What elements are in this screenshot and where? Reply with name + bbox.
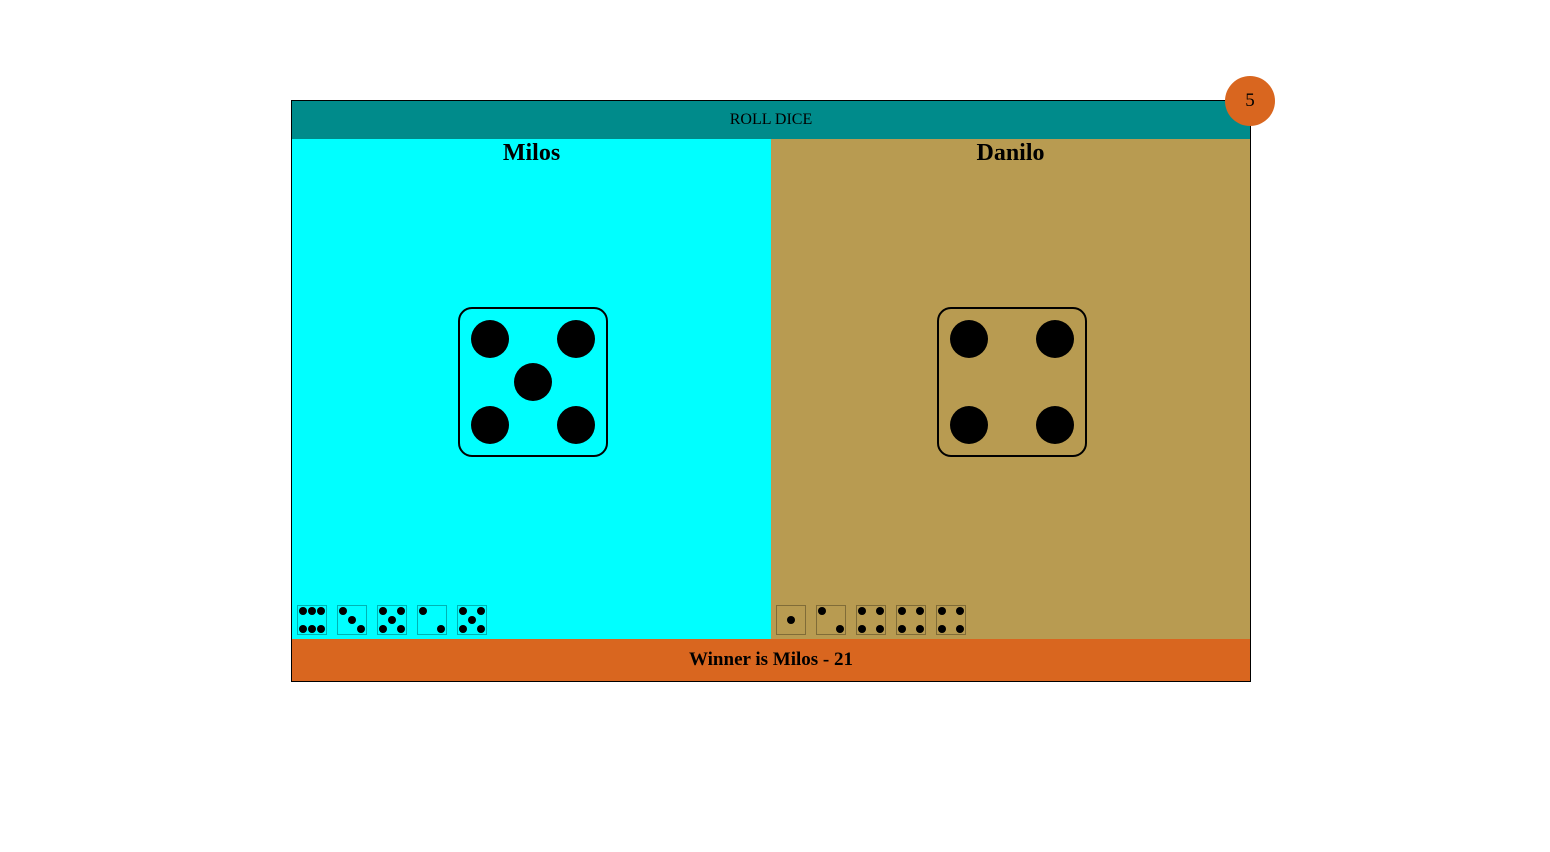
- die-pip: [916, 625, 924, 633]
- die-pip: [348, 616, 356, 624]
- die-pip: [477, 625, 485, 633]
- die-pip: [898, 625, 906, 633]
- die-pip: [876, 625, 884, 633]
- history-die: [816, 605, 846, 635]
- die-pip: [557, 406, 595, 444]
- die-pip: [898, 607, 906, 615]
- die-pip: [379, 607, 387, 615]
- history-die: [297, 605, 327, 635]
- die-pip: [437, 625, 445, 633]
- die-pip: [308, 625, 316, 633]
- winner-banner: Winner is Milos - 21: [292, 639, 1250, 681]
- player-panel-milos: Milos: [292, 139, 771, 639]
- current-die: [937, 307, 1087, 457]
- die-pip: [308, 607, 316, 615]
- die-pip: [339, 607, 347, 615]
- history-die: [337, 605, 367, 635]
- die-pip: [357, 625, 365, 633]
- die-pip: [836, 625, 844, 633]
- player-name: Danilo: [976, 140, 1045, 166]
- player-name: Milos: [502, 140, 561, 166]
- die-pip: [858, 607, 866, 615]
- die-pip: [477, 607, 485, 615]
- history-die: [377, 605, 407, 635]
- die-pip: [916, 607, 924, 615]
- die-pip: [818, 607, 826, 615]
- die-pip: [459, 625, 467, 633]
- die-pip: [1036, 406, 1074, 444]
- history-die: [856, 605, 886, 635]
- die-pip: [299, 625, 307, 633]
- history-die: [417, 605, 447, 635]
- die-pip: [379, 625, 387, 633]
- dice-game-board: ROLL DICE 5 Milos Danilo Winner is Milos…: [291, 76, 1275, 682]
- die-pip: [419, 607, 427, 615]
- die-pip: [858, 625, 866, 633]
- die-pip: [471, 320, 509, 358]
- die-pip: [1036, 320, 1074, 358]
- die-pip: [557, 320, 595, 358]
- die-pip: [317, 625, 325, 633]
- history-die: [896, 605, 926, 635]
- die-pip: [397, 607, 405, 615]
- history-die: [457, 605, 487, 635]
- round-counter-badge: 5: [1225, 76, 1275, 126]
- die-pip: [514, 363, 552, 401]
- die-pip: [471, 406, 509, 444]
- die-pip: [787, 616, 795, 624]
- current-die: [458, 307, 608, 457]
- die-pip: [956, 607, 964, 615]
- history-die: [936, 605, 966, 635]
- die-pip: [388, 616, 396, 624]
- history-die: [776, 605, 806, 635]
- roll-dice-button[interactable]: ROLL DICE: [292, 101, 1250, 139]
- die-pip: [938, 607, 946, 615]
- die-pip: [876, 607, 884, 615]
- die-pip: [317, 607, 325, 615]
- die-pip: [938, 625, 946, 633]
- die-pip: [950, 320, 988, 358]
- die-pip: [468, 616, 476, 624]
- die-pip: [956, 625, 964, 633]
- die-pip: [397, 625, 405, 633]
- die-pip: [950, 406, 988, 444]
- player-panel-danilo: Danilo: [771, 139, 1250, 639]
- die-pip: [299, 607, 307, 615]
- die-pip: [459, 607, 467, 615]
